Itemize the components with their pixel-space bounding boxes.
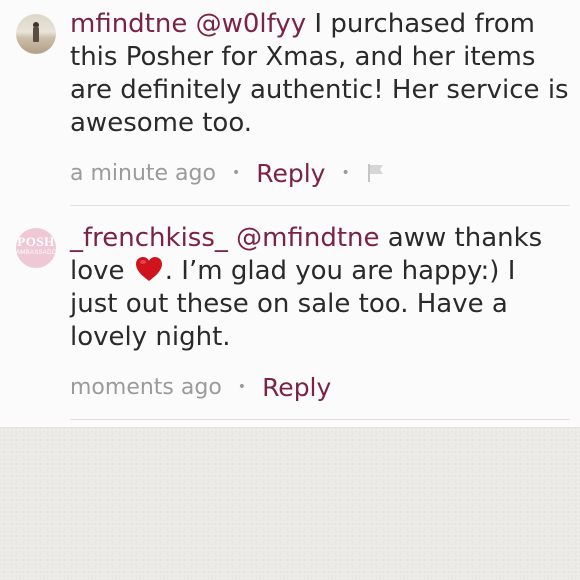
- comment-username[interactable]: mfindtne: [70, 9, 187, 39]
- comment-username[interactable]: _frenchkiss_: [70, 223, 228, 253]
- comment-item: mfindtne @w0lfyy I purchased from this P…: [0, 0, 580, 205]
- avatar[interactable]: POSH AMBASSADOR: [16, 228, 56, 268]
- heart-icon: [135, 256, 163, 282]
- reply-button[interactable]: Reply: [256, 159, 325, 188]
- comment-body: _frenchkiss_ @mfindtne aww thanks love .…: [70, 222, 570, 354]
- meta-separator: •: [237, 379, 247, 395]
- comments-panel: mfindtne @w0lfyy I purchased from this P…: [0, 0, 580, 428]
- comment-timestamp: moments ago: [70, 374, 222, 400]
- meta-separator: •: [231, 165, 241, 181]
- page-background: [0, 428, 580, 580]
- comment-meta: a minute ago • Reply •: [70, 156, 386, 190]
- avatar-figure: [33, 26, 39, 42]
- comment-mention[interactable]: @mfindtne: [236, 223, 379, 253]
- reply-button[interactable]: Reply: [262, 373, 331, 402]
- comment-mention[interactable]: @w0lfyy: [196, 9, 307, 39]
- comment-meta: moments ago • Reply: [70, 370, 331, 404]
- meta-separator: •: [341, 165, 350, 181]
- flag-icon[interactable]: [366, 163, 386, 183]
- avatar-logo-subtext: AMBASSADOR: [16, 250, 56, 256]
- comment-timestamp: a minute ago: [70, 160, 216, 186]
- comment-body: mfindtne @w0lfyy I purchased from this P…: [70, 8, 570, 140]
- avatar[interactable]: [16, 14, 56, 54]
- comment-item: POSH AMBASSADOR _frenchkiss_ @mfindtne a…: [0, 205, 580, 420]
- comment-divider: [70, 419, 570, 420]
- avatar-logo-text: POSH: [17, 234, 55, 249]
